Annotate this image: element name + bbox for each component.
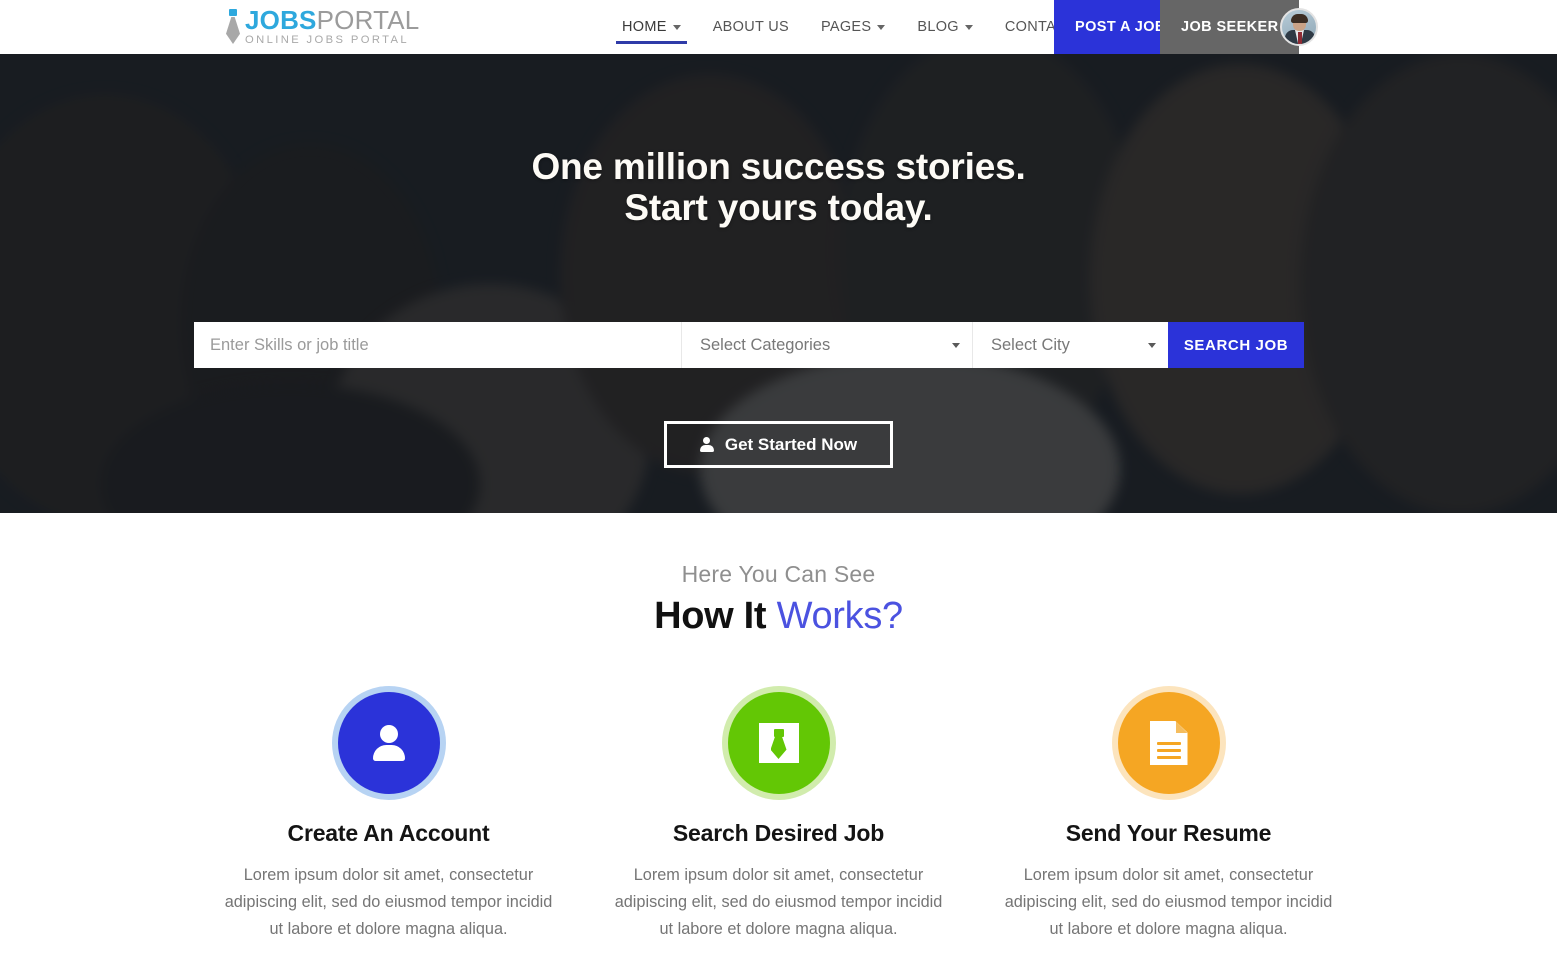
hero-heading-line2: Start yours today.	[624, 187, 933, 229]
city-select[interactable]: Select City	[972, 322, 1168, 368]
chevron-down-icon	[672, 24, 681, 30]
avatar-tie	[1298, 32, 1302, 44]
how-it-works-section: Here You Can See How It Works? Create An…	[0, 513, 1557, 943]
card-send-your-resume: Send Your Resume Lorem ipsum dolor sit a…	[974, 692, 1364, 943]
card-icon-circle	[337, 692, 440, 794]
search-input[interactable]	[194, 322, 681, 368]
logo-text: JOBSPORTAL ONLINE JOBS PORTAL	[245, 7, 419, 46]
card-icon-circle	[1117, 692, 1220, 794]
nav-label: ABOUT US	[712, 19, 789, 35]
site-header: JOBSPORTAL ONLINE JOBS PORTAL HOME ABOUT…	[0, 0, 1557, 54]
hero-heading: One million success stories. Start yours…	[0, 146, 1557, 229]
how-it-works-cards: Create An Account Lorem ipsum dolor sit …	[0, 692, 1557, 943]
search-job-button[interactable]: SEARCH JOB	[1168, 322, 1304, 368]
nav-label: BLOG	[917, 19, 959, 35]
section-title: How It Works?	[0, 595, 1557, 638]
logo-primary: JOBS	[245, 5, 317, 36]
chevron-down-icon	[952, 342, 960, 348]
city-select-value: Select City	[991, 335, 1070, 354]
nav-item-pages[interactable]: PAGES	[805, 0, 901, 54]
section-title-dark: How It	[654, 595, 777, 637]
tie-icon	[226, 9, 240, 45]
tie-icon	[758, 723, 799, 763]
nav-item-blog[interactable]: BLOG	[901, 0, 989, 54]
logo-tagline: ONLINE JOBS PORTAL	[245, 34, 410, 47]
avatar-hair	[1291, 14, 1308, 23]
nav-label: HOME	[622, 19, 667, 35]
chevron-down-icon	[964, 24, 973, 30]
get-started-label: Get Started Now	[724, 434, 858, 454]
site-logo[interactable]: JOBSPORTAL ONLINE JOBS PORTAL	[226, 4, 419, 50]
main-navigation: HOME ABOUT US PAGES BLOG CONTACT	[606, 0, 1092, 54]
card-search-desired-job: Search Desired Job Lorem ipsum dolor sit…	[584, 692, 974, 943]
nav-item-about-us[interactable]: ABOUT US	[697, 0, 805, 54]
nav-item-home[interactable]: HOME	[606, 0, 697, 54]
hero-banner: One million success stories. Start yours…	[0, 54, 1557, 513]
card-description: Lorem ipsum dolor sit amet, consectetur …	[224, 866, 553, 938]
nav-label: PAGES	[820, 19, 872, 35]
card-title: Send Your Resume	[1065, 820, 1272, 846]
user-icon	[699, 437, 714, 452]
section-subtitle: Here You Can See	[681, 561, 876, 587]
job-search-bar: Select Categories Select City SEARCH JOB	[194, 322, 1304, 368]
chevron-down-icon	[1148, 342, 1156, 348]
document-icon	[1149, 721, 1188, 765]
section-title-accent: Works?	[776, 595, 904, 637]
card-description: Lorem ipsum dolor sit amet, consectetur …	[1004, 866, 1333, 938]
chevron-down-icon	[877, 24, 886, 30]
category-select[interactable]: Select Categories	[681, 322, 972, 368]
category-select-value: Select Categories	[700, 335, 831, 354]
job-seeker-button[interactable]: JOB SEEKER	[1160, 0, 1300, 54]
logo-secondary: PORTAL	[316, 5, 420, 36]
hero-heading-line1: One million success stories.	[531, 146, 1026, 187]
hero-content: One million success stories. Start yours…	[0, 146, 1557, 229]
card-icon-circle	[727, 692, 830, 794]
get-started-button[interactable]: Get Started Now	[664, 421, 893, 468]
avatar[interactable]	[1280, 8, 1318, 46]
card-title: Create An Account	[287, 820, 490, 846]
card-description: Lorem ipsum dolor sit amet, consectetur …	[614, 866, 943, 938]
user-icon	[372, 725, 406, 761]
card-title: Search Desired Job	[672, 820, 885, 846]
card-create-an-account: Create An Account Lorem ipsum dolor sit …	[194, 692, 584, 943]
